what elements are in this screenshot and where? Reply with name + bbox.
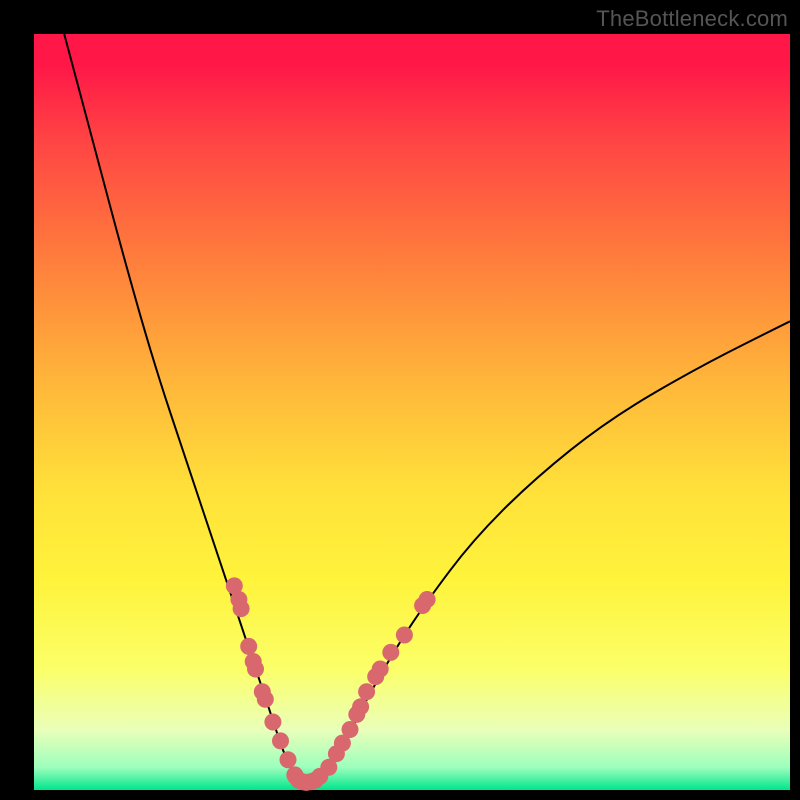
data-point <box>419 591 436 608</box>
data-point <box>280 751 297 768</box>
scatter-dots <box>226 577 436 791</box>
bottleneck-curve <box>64 34 790 782</box>
watermark-text: TheBottleneck.com <box>596 6 788 32</box>
data-point <box>272 732 289 749</box>
data-point <box>358 683 375 700</box>
data-point <box>233 600 250 617</box>
data-point <box>396 627 413 644</box>
data-point <box>247 661 264 678</box>
data-point <box>264 714 281 731</box>
data-point <box>257 691 274 708</box>
chart-svg <box>34 34 790 790</box>
data-point <box>382 644 399 661</box>
data-point <box>240 638 257 655</box>
data-point <box>352 698 369 715</box>
data-point <box>342 721 359 738</box>
plot-area <box>34 34 790 790</box>
outer-frame: TheBottleneck.com <box>0 0 800 800</box>
data-point <box>372 661 389 678</box>
